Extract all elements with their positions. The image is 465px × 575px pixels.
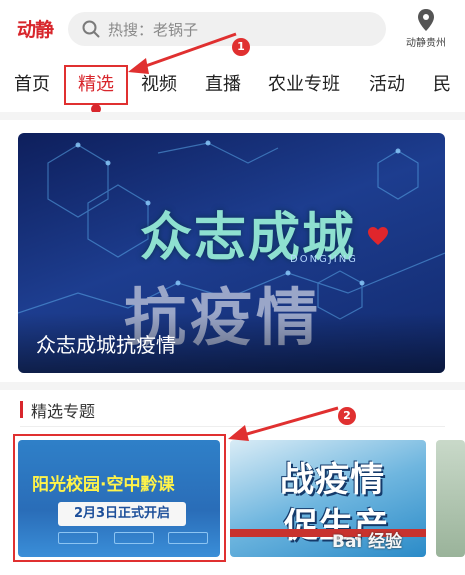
annotation-badge: 1 [232, 38, 250, 56]
annotation-arrows [128, 32, 339, 441]
annotation-badge: 2 [338, 407, 356, 425]
